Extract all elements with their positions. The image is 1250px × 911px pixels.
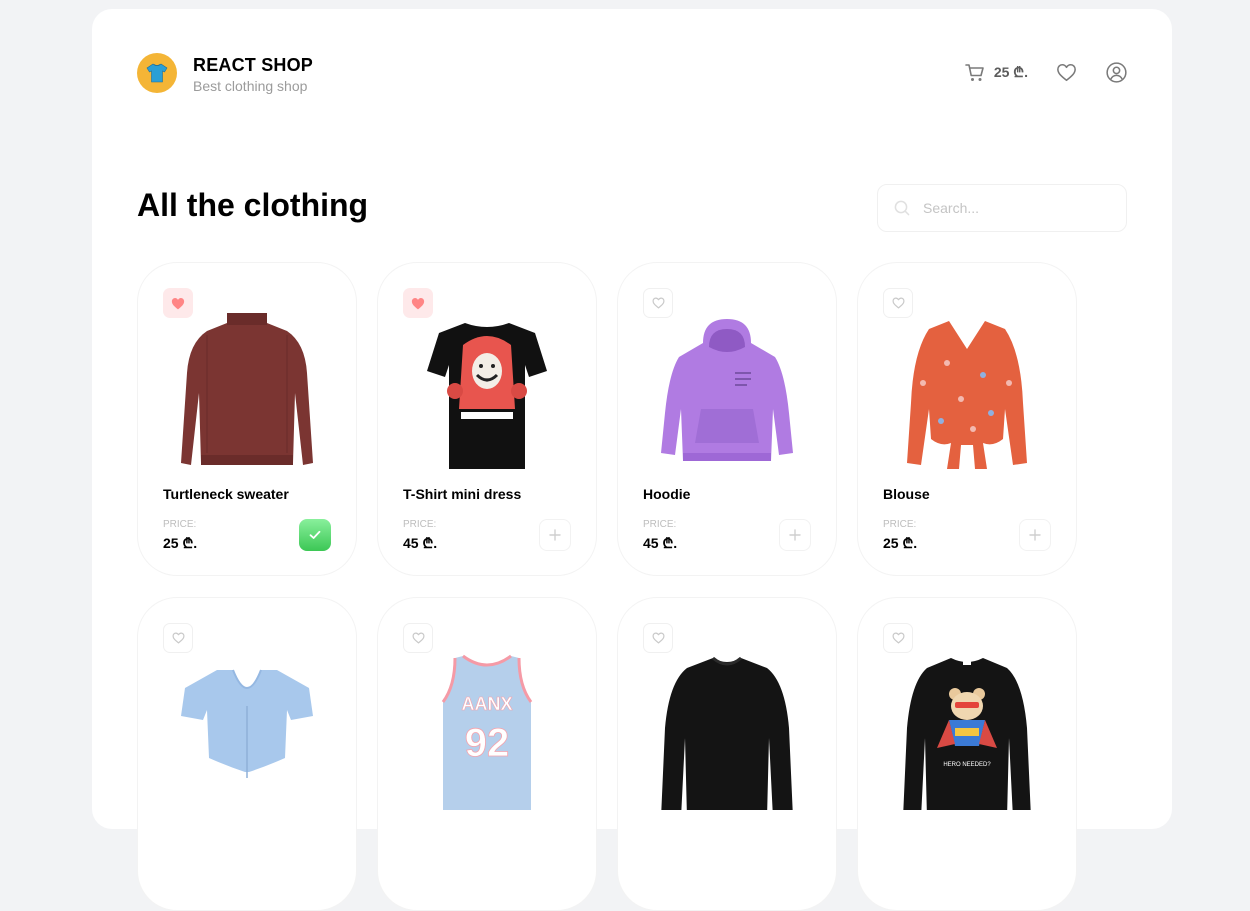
product-card: AANX 92 (377, 597, 597, 911)
brand-tagline: Best clothing shop (193, 78, 308, 94)
product-image (427, 323, 547, 469)
header-actions: 25 ₾. (965, 62, 1127, 83)
search-icon (894, 200, 910, 216)
added-to-cart-button[interactable] (299, 519, 331, 551)
site-header: REACT SHOP Best clothing shop 25 ₾. (137, 53, 1127, 95)
page-title: All the clothing (137, 187, 369, 223)
product-name: Turtleneck sweater (163, 486, 289, 502)
product-card: Turtleneck sweater PRICE: 25 ₾. (137, 262, 357, 576)
product-card (137, 597, 357, 911)
plus-icon (789, 529, 801, 541)
price-label: PRICE: (163, 519, 197, 530)
product-image (661, 319, 793, 461)
product-name: Blouse (883, 486, 930, 502)
product-name: T-Shirt mini dress (403, 486, 522, 502)
price-label: PRICE: (883, 519, 917, 530)
svg-text:92: 92 (465, 721, 510, 765)
heart-filled-icon (171, 297, 185, 309)
price-label: PRICE: (403, 519, 437, 530)
plus-icon (1029, 529, 1041, 541)
product-card: Blouse PRICE: 25 ₾. (857, 262, 1077, 576)
price-label: PRICE: (643, 519, 677, 530)
cart-icon (965, 63, 984, 81)
brand-name: REACT SHOP (193, 55, 314, 75)
product-price: 45 ₾. (643, 535, 678, 551)
brand-block: REACT SHOP Best clothing shop (193, 54, 313, 95)
page-container: REACT SHOP Best clothing shop 25 ₾. All … (92, 9, 1172, 911)
profile-button[interactable] (1106, 62, 1127, 83)
heart-outline-icon (1057, 63, 1076, 82)
product-price: 25 ₾. (163, 535, 198, 551)
check-icon (309, 530, 321, 539)
plus-icon (549, 529, 561, 541)
search-box (877, 184, 1127, 232)
heart-outline-icon (171, 632, 185, 644)
add-to-cart-button[interactable] (1019, 519, 1051, 551)
svg-text:HERO NEEDED?: HERO NEEDED? (943, 762, 991, 768)
add-to-cart-button[interactable] (539, 519, 571, 551)
product-card: HERO NEEDED? (857, 597, 1077, 911)
heart-outline-icon (411, 632, 425, 644)
product-image (907, 321, 1027, 469)
heart-outline-icon (651, 297, 665, 309)
product-card: T-Shirt mini dress PRICE: 45 ₾. (377, 262, 597, 576)
product-image: HERO NEEDED? (903, 658, 1031, 810)
product-price: 25 ₾. (883, 535, 918, 551)
user-circle-icon (1106, 62, 1127, 83)
heart-outline-icon (651, 632, 665, 644)
product-image (661, 656, 793, 810)
heart-outline-icon (891, 297, 905, 309)
cart-total: 25 ₾. (993, 64, 1028, 80)
tshirt-icon (146, 63, 168, 83)
add-to-cart-button[interactable] (779, 519, 811, 551)
product-name: Hoodie (643, 486, 691, 502)
product-image: AANX 92 (441, 654, 533, 810)
product-price: 45 ₾. (403, 535, 438, 551)
heart-filled-icon (411, 297, 425, 309)
product-image (181, 669, 313, 778)
product-card (617, 597, 837, 911)
product-card: Hoodie PRICE: 45 ₾. (617, 262, 837, 576)
search-input[interactable] (921, 199, 1105, 217)
favorites-button[interactable] (1056, 63, 1077, 82)
cart-button[interactable]: 25 ₾. (965, 63, 1028, 83)
product-image (181, 313, 313, 465)
heart-outline-icon (891, 632, 905, 644)
shop-logo[interactable] (137, 53, 177, 93)
svg-text:AANX: AANX (461, 694, 512, 714)
